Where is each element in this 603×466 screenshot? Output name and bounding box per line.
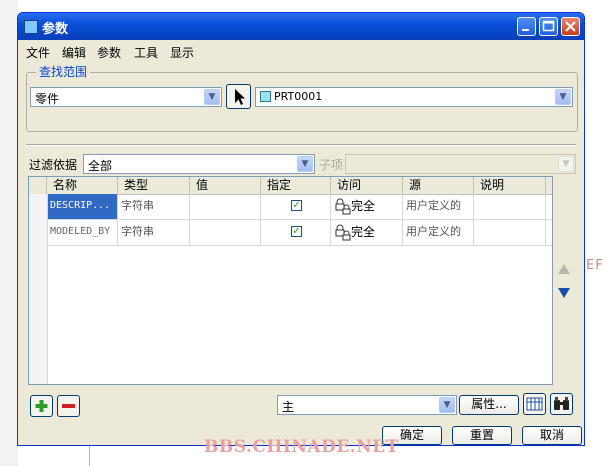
filter-label: 过滤依据 bbox=[29, 158, 78, 172]
cell-description[interactable] bbox=[474, 220, 546, 245]
background-line bbox=[89, 444, 90, 466]
background-cad-area bbox=[0, 0, 18, 466]
search-scope-label: 查找范围 bbox=[36, 63, 91, 80]
find-button[interactable] bbox=[550, 393, 573, 415]
cell-source[interactable]: 用户定义的 bbox=[403, 220, 474, 245]
cell-access: 完全 bbox=[331, 194, 403, 219]
title-bar[interactable]: 参数 bbox=[18, 13, 584, 40]
close-button[interactable] bbox=[561, 17, 580, 36]
cell-description[interactable] bbox=[474, 194, 546, 219]
close-icon bbox=[565, 21, 576, 32]
subitem-select: ▼ bbox=[345, 154, 576, 174]
access-value: 完全 bbox=[351, 225, 376, 239]
properties-button[interactable]: 属性... bbox=[459, 395, 519, 415]
model-select[interactable]: PRT0001 ▼ bbox=[255, 87, 573, 107]
cell-access: 完全 bbox=[331, 220, 403, 245]
designated-checkbox[interactable]: ✓ bbox=[291, 200, 302, 211]
minus-icon bbox=[62, 404, 75, 408]
designation-select[interactable]: 主 ▼ bbox=[277, 395, 457, 415]
menu-edit[interactable]: 编辑 bbox=[62, 44, 86, 61]
cursor-arrow-icon bbox=[235, 89, 245, 105]
minimize-button[interactable] bbox=[517, 17, 536, 36]
model-value: PRT0001 bbox=[274, 90, 323, 103]
cell-value[interactable] bbox=[190, 220, 261, 245]
lock-icon bbox=[335, 224, 351, 241]
menu-parameters[interactable]: 参数 bbox=[97, 44, 121, 61]
cancel-button[interactable]: 取消 bbox=[522, 426, 582, 445]
menu-bar: 文件 编辑 参数 工具 显示 bbox=[18, 41, 584, 61]
column-header-name[interactable]: 名称 bbox=[47, 177, 118, 194]
move-down-icon[interactable] bbox=[557, 287, 571, 299]
filter-select[interactable]: 全部 ▼ bbox=[83, 154, 315, 174]
remove-parameter-button[interactable] bbox=[57, 395, 80, 417]
table-header: 名称 类型 值 指定 访问 源 说明 bbox=[29, 177, 552, 195]
move-up-icon[interactable] bbox=[557, 263, 571, 275]
subitem-label: 子项 bbox=[319, 158, 344, 172]
plus-icon bbox=[35, 400, 48, 412]
menu-display[interactable]: 显示 bbox=[170, 44, 194, 61]
menu-tools[interactable]: 工具 bbox=[134, 44, 158, 61]
table-columns-icon bbox=[526, 397, 543, 411]
table-columns-button[interactable] bbox=[523, 393, 546, 415]
lock-icon bbox=[335, 198, 351, 215]
maximize-button[interactable] bbox=[539, 17, 558, 36]
filter-value: 全部 bbox=[88, 159, 113, 173]
background-cad-area-right bbox=[586, 0, 603, 466]
column-header-value[interactable]: 值 bbox=[190, 177, 261, 194]
column-header-type[interactable]: 类型 bbox=[118, 177, 190, 194]
table-row[interactable]: DESCRIP... 字符串 ✓ 完全 用户定义的 bbox=[29, 194, 552, 220]
chevron-down-icon[interactable]: ▼ bbox=[555, 89, 571, 105]
access-value: 完全 bbox=[351, 199, 376, 213]
window-icon bbox=[24, 20, 38, 34]
designated-checkbox[interactable]: ✓ bbox=[291, 226, 302, 237]
cell-value[interactable] bbox=[190, 194, 261, 219]
window-title: 参数 bbox=[42, 22, 69, 37]
chevron-down-icon[interactable]: ▼ bbox=[439, 397, 455, 413]
chevron-down-icon[interactable]: ▼ bbox=[297, 156, 313, 172]
binoculars-icon bbox=[554, 397, 569, 410]
maximize-icon bbox=[542, 20, 555, 32]
select-object-button[interactable] bbox=[226, 84, 251, 109]
cell-name[interactable]: DESCRIP... bbox=[47, 194, 118, 219]
menu-file[interactable]: 文件 bbox=[26, 44, 50, 61]
row-header-column bbox=[29, 194, 48, 384]
cell-name[interactable]: MODELED_BY bbox=[47, 220, 118, 245]
cell-type[interactable]: 字符串 bbox=[118, 220, 190, 245]
parameters-dialog: 参数 文件 编辑 参数 工具 显示 查找范围 零件 ▼ PRT0001 ▼ 过滤… bbox=[17, 12, 585, 446]
part-icon bbox=[260, 91, 271, 102]
object-type-value: 零件 bbox=[35, 92, 60, 106]
row-header-corner bbox=[29, 177, 47, 194]
column-header-access[interactable]: 访问 bbox=[331, 177, 403, 194]
column-header-description[interactable]: 说明 bbox=[474, 177, 546, 194]
minimize-icon bbox=[522, 29, 529, 31]
column-header-source[interactable]: 源 bbox=[403, 177, 474, 194]
cell-type[interactable]: 字符串 bbox=[118, 194, 190, 219]
chevron-down-icon: ▼ bbox=[558, 156, 574, 172]
background-fragment-text: EF bbox=[586, 258, 603, 273]
cell-designated: ✓ bbox=[261, 194, 331, 219]
designation-value: 主 bbox=[282, 400, 295, 414]
table-row[interactable]: MODELED_BY 字符串 ✓ 完全 用户定义的 bbox=[29, 220, 552, 246]
separator bbox=[26, 144, 576, 146]
chevron-down-icon[interactable]: ▼ bbox=[204, 89, 220, 105]
parameters-table: 名称 类型 值 指定 访问 源 说明 DESCRIP... 字符串 ✓ 完全 用… bbox=[28, 176, 553, 385]
add-parameter-button[interactable] bbox=[30, 395, 53, 417]
watermark-text: BBS.CHINADE.NET bbox=[204, 437, 399, 457]
object-type-select[interactable]: 零件 ▼ bbox=[30, 87, 222, 107]
cell-source[interactable]: 用户定义的 bbox=[403, 194, 474, 219]
reset-button[interactable]: 重置 bbox=[452, 426, 512, 445]
cell-designated: ✓ bbox=[261, 220, 331, 245]
column-header-designated[interactable]: 指定 bbox=[261, 177, 331, 194]
